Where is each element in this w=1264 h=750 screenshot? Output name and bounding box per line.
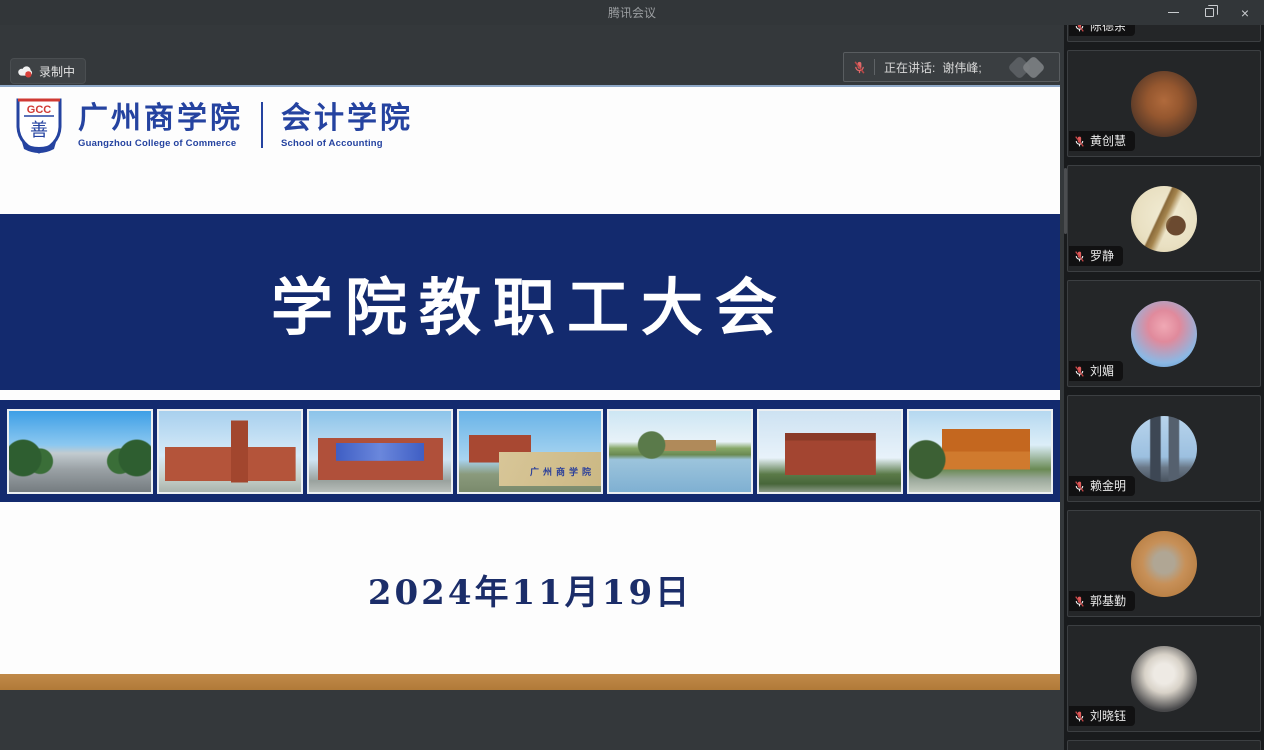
participant-name: 赖金明 <box>1090 479 1126 493</box>
participant-tile[interactable] <box>1067 740 1261 750</box>
muted-mic-icon <box>1073 25 1086 33</box>
participant-tile[interactable]: 黄创慧 <box>1067 50 1261 157</box>
window-controls: × <box>1166 0 1258 25</box>
college-name-en: Guangzhou College of Commerce <box>78 138 243 149</box>
recording-label: 录制中 <box>39 63 75 80</box>
muted-mic-icon <box>1073 595 1086 608</box>
participant-avatar <box>1131 186 1197 252</box>
window-titlebar: 腾讯会议 × <box>0 0 1264 25</box>
svg-text:善: 善 <box>30 120 48 140</box>
muted-mic-icon <box>1073 135 1086 148</box>
slide-title: 学院教职工大会 <box>271 257 789 347</box>
logo-divider <box>261 102 263 148</box>
gcc-shield-logo-icon: GCC 善 <box>14 96 64 154</box>
participant-name: 陈德余 <box>1090 25 1126 33</box>
college-name-block: 广州商学院 Guangzhou College of Commerce <box>78 102 243 149</box>
participant-tile[interactable]: 刘晓钰 <box>1067 625 1261 732</box>
minimize-button[interactable] <box>1166 6 1180 20</box>
svg-text:GCC: GCC <box>27 104 52 116</box>
slide-bottom-bar <box>0 674 1060 690</box>
overlapping-avatars-decor <box>1005 56 1051 80</box>
participant-tile[interactable]: 罗静 <box>1067 165 1261 272</box>
muted-mic-icon <box>1073 250 1086 263</box>
college-name-cn: 广州商学院 <box>78 102 243 136</box>
participant-tile[interactable]: 郭基勤 <box>1067 510 1261 617</box>
school-name-block: 会计学院 School of Accounting <box>281 102 413 149</box>
presentation-slide: GCC 善 广州商学院 Guangzhou College of Commerc… <box>0 85 1060 690</box>
participant-tile[interactable]: 赖金明 <box>1067 395 1261 502</box>
participant-tile[interactable]: 陈德余 <box>1067 25 1261 42</box>
participant-name-badge: 赖金明 <box>1069 476 1135 496</box>
muted-mic-icon <box>1073 365 1086 378</box>
participant-name: 黄创慧 <box>1090 134 1126 148</box>
participants-sidebar: 陈德余 黄创慧 罗静 <box>1064 25 1264 750</box>
restore-icon <box>1205 8 1214 17</box>
muted-mic-icon <box>852 60 867 75</box>
speaking-label: 正在讲话: <box>884 59 935 76</box>
diamond-shape-icon <box>1021 55 1045 79</box>
slide-title-banner: 学院教职工大会 <box>0 214 1060 390</box>
slide-date: 2024年11月19日 <box>0 565 1060 614</box>
close-button[interactable]: × <box>1238 6 1252 20</box>
participant-tile[interactable]: 刘媚 <box>1067 280 1261 387</box>
campus-sign-text: 广州商学院 <box>530 465 595 478</box>
participant-name: 郭基勤 <box>1090 594 1126 608</box>
participant-avatar <box>1131 416 1197 482</box>
campus-photo-sign: 广州商学院 <box>457 409 603 494</box>
participant-name-badge: 刘媚 <box>1069 361 1123 381</box>
campus-photo-brick <box>757 409 903 494</box>
active-speaker-bar: 正在讲话: 谢伟峰; <box>843 52 1060 82</box>
muted-mic-icon <box>1073 480 1086 493</box>
participant-name: 刘媚 <box>1090 364 1114 378</box>
tencent-meeting-window: 腾讯会议 × 录制中 <box>0 0 1264 750</box>
campus-photo-orange <box>907 409 1053 494</box>
campus-photo-banner-building <box>307 409 453 494</box>
participant-name-badge: 郭基勤 <box>1069 591 1135 611</box>
recording-badge[interactable]: 录制中 <box>10 58 86 84</box>
participant-avatar <box>1131 301 1197 367</box>
participant-name-badge: 黄创慧 <box>1069 131 1135 151</box>
participant-name: 刘晓钰 <box>1090 709 1126 723</box>
recording-cloud-icon <box>17 64 34 79</box>
participant-name-badge: 陈德余 <box>1069 25 1135 36</box>
campus-photo-red-tower <box>157 409 303 494</box>
close-icon: × <box>1241 6 1249 20</box>
restore-button[interactable] <box>1202 6 1216 20</box>
campus-photo-lake <box>607 409 753 494</box>
participant-avatar <box>1131 71 1197 137</box>
speaker-name: 谢伟峰; <box>942 59 981 76</box>
minimize-icon <box>1168 12 1179 13</box>
college-logo-row: GCC 善 广州商学院 Guangzhou College of Commerc… <box>14 95 413 155</box>
school-name-cn: 会计学院 <box>281 102 413 136</box>
speaker-bar-divider <box>874 59 875 75</box>
participant-name: 罗静 <box>1090 249 1114 263</box>
shared-screen-area: 录制中 正在讲话: 谢伟峰; <box>0 25 1064 750</box>
school-name-en: School of Accounting <box>281 138 413 149</box>
participant-avatar <box>1131 531 1197 597</box>
participant-name-badge: 刘晓钰 <box>1069 706 1135 726</box>
window-title: 腾讯会议 <box>0 4 1264 21</box>
campus-photo-strip: 广州商学院 <box>0 400 1060 502</box>
participant-name-badge: 罗静 <box>1069 246 1123 266</box>
muted-mic-icon <box>1073 710 1086 723</box>
participant-avatar <box>1131 646 1197 712</box>
campus-photo-gate <box>7 409 153 494</box>
